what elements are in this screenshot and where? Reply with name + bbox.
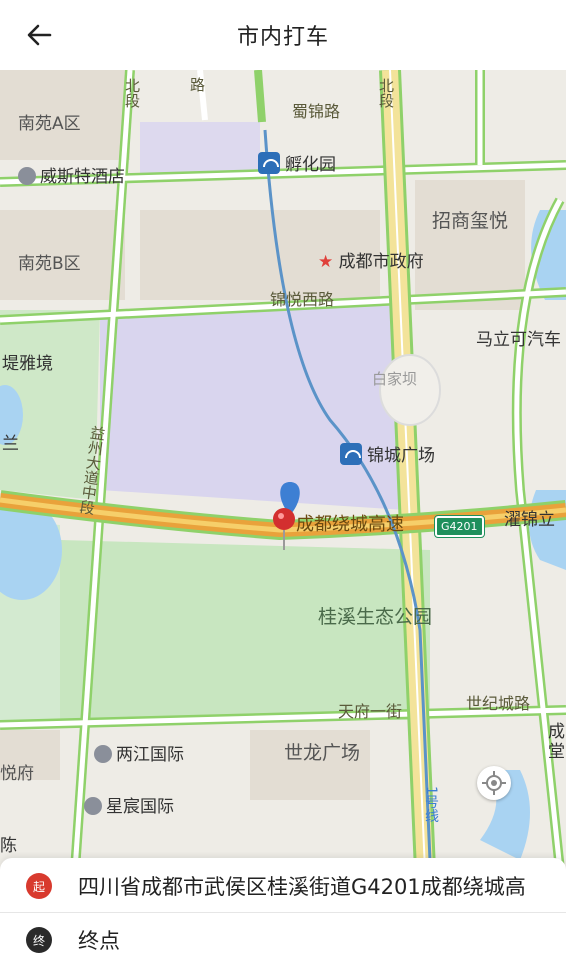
back-arrow-icon[interactable]	[22, 18, 56, 52]
label-tianfu-1st-street: 天府一街	[338, 702, 403, 721]
highway-badge: G4201	[434, 515, 485, 538]
poi-weisite-hotel[interactable]: 威斯特酒店	[18, 167, 125, 187]
label-baijiaba: 白家坝	[372, 370, 418, 388]
label-shujin-road: 蜀锦路	[292, 102, 341, 121]
trip-panel: 起 四川省成都市武侯区桂溪街道G4201成都绕城高 终 终点	[0, 858, 566, 970]
label-zhaoshang: 招商玺悦	[432, 210, 509, 232]
start-location-row[interactable]: 起 四川省成都市武侯区桂溪街道G4201成都绕城高	[0, 860, 566, 913]
locate-me-button[interactable]	[477, 766, 511, 800]
label-guanjin: 濯锦立	[504, 510, 555, 530]
poi-xingchen[interactable]: 星宸国际	[84, 797, 174, 817]
metro-jincheng-square[interactable]: 锦城广场	[340, 443, 435, 467]
label-guixi-park: 桂溪生态公园	[318, 606, 433, 628]
label-yuefu: 悦府	[0, 764, 34, 784]
poi-label: 两江国际	[116, 745, 184, 765]
label-shilong-square: 世龙广场	[284, 742, 361, 764]
label-lan: 兰	[2, 434, 19, 454]
locate-icon	[482, 771, 506, 795]
metro-fuhuayuan[interactable]: 孵化园	[258, 152, 336, 176]
label-jinyue-west-road: 锦悦西路	[270, 290, 335, 309]
destination-placeholder: 终点	[78, 929, 120, 953]
hotel-icon	[18, 167, 36, 185]
label-nanyuan-a: 南苑A区	[18, 114, 81, 134]
start-badge: 起	[26, 873, 52, 899]
label-north-section-left: 北段	[123, 78, 141, 108]
label-malike: 马立可汽车	[476, 330, 561, 350]
label-diyajing: 堤雅境	[2, 354, 53, 374]
start-address: 四川省成都市武侯区桂溪街道G4201成都绕城高	[78, 875, 526, 899]
building-icon	[84, 797, 102, 815]
poi-liangjiang[interactable]: 两江国际	[94, 745, 184, 765]
label-raocheng-highway: 成都绕城高速	[296, 514, 404, 535]
label-north-section-right: 北段	[377, 78, 395, 108]
label-shiji-road: 世纪城路	[466, 694, 531, 713]
end-badge: 终	[26, 927, 52, 953]
building-icon	[94, 745, 112, 763]
label-cheng: 成	[548, 722, 565, 742]
poi-label: 成都市政府	[338, 252, 424, 272]
star-icon: ★	[318, 252, 334, 272]
poi-label: 星宸国际	[106, 797, 174, 817]
poi-city-government[interactable]: ★ 成都市政府	[318, 254, 424, 271]
label-road-top: 路	[190, 76, 206, 94]
metro-icon	[340, 443, 362, 465]
metro-icon	[258, 152, 280, 174]
poi-label: 孵化园	[285, 155, 336, 175]
label-metro-line-1: 1号线	[423, 786, 439, 823]
map-view[interactable]: 南苑A区 威斯特酒店 蜀锦路 孵化园 招商玺悦 南苑B区 ★ 成都市政府 锦悦西…	[0, 70, 566, 870]
label-chen: 陈	[0, 836, 17, 856]
label-nanyuan-b: 南苑B区	[18, 254, 81, 274]
label-tang: 堂	[548, 742, 565, 762]
poi-label: 锦城广场	[367, 446, 435, 466]
page-title: 市内打车	[236, 25, 329, 50]
poi-label: 威斯特酒店	[40, 167, 125, 187]
app-header: 市内打车	[0, 0, 566, 70]
destination-row[interactable]: 终 终点	[0, 914, 566, 966]
